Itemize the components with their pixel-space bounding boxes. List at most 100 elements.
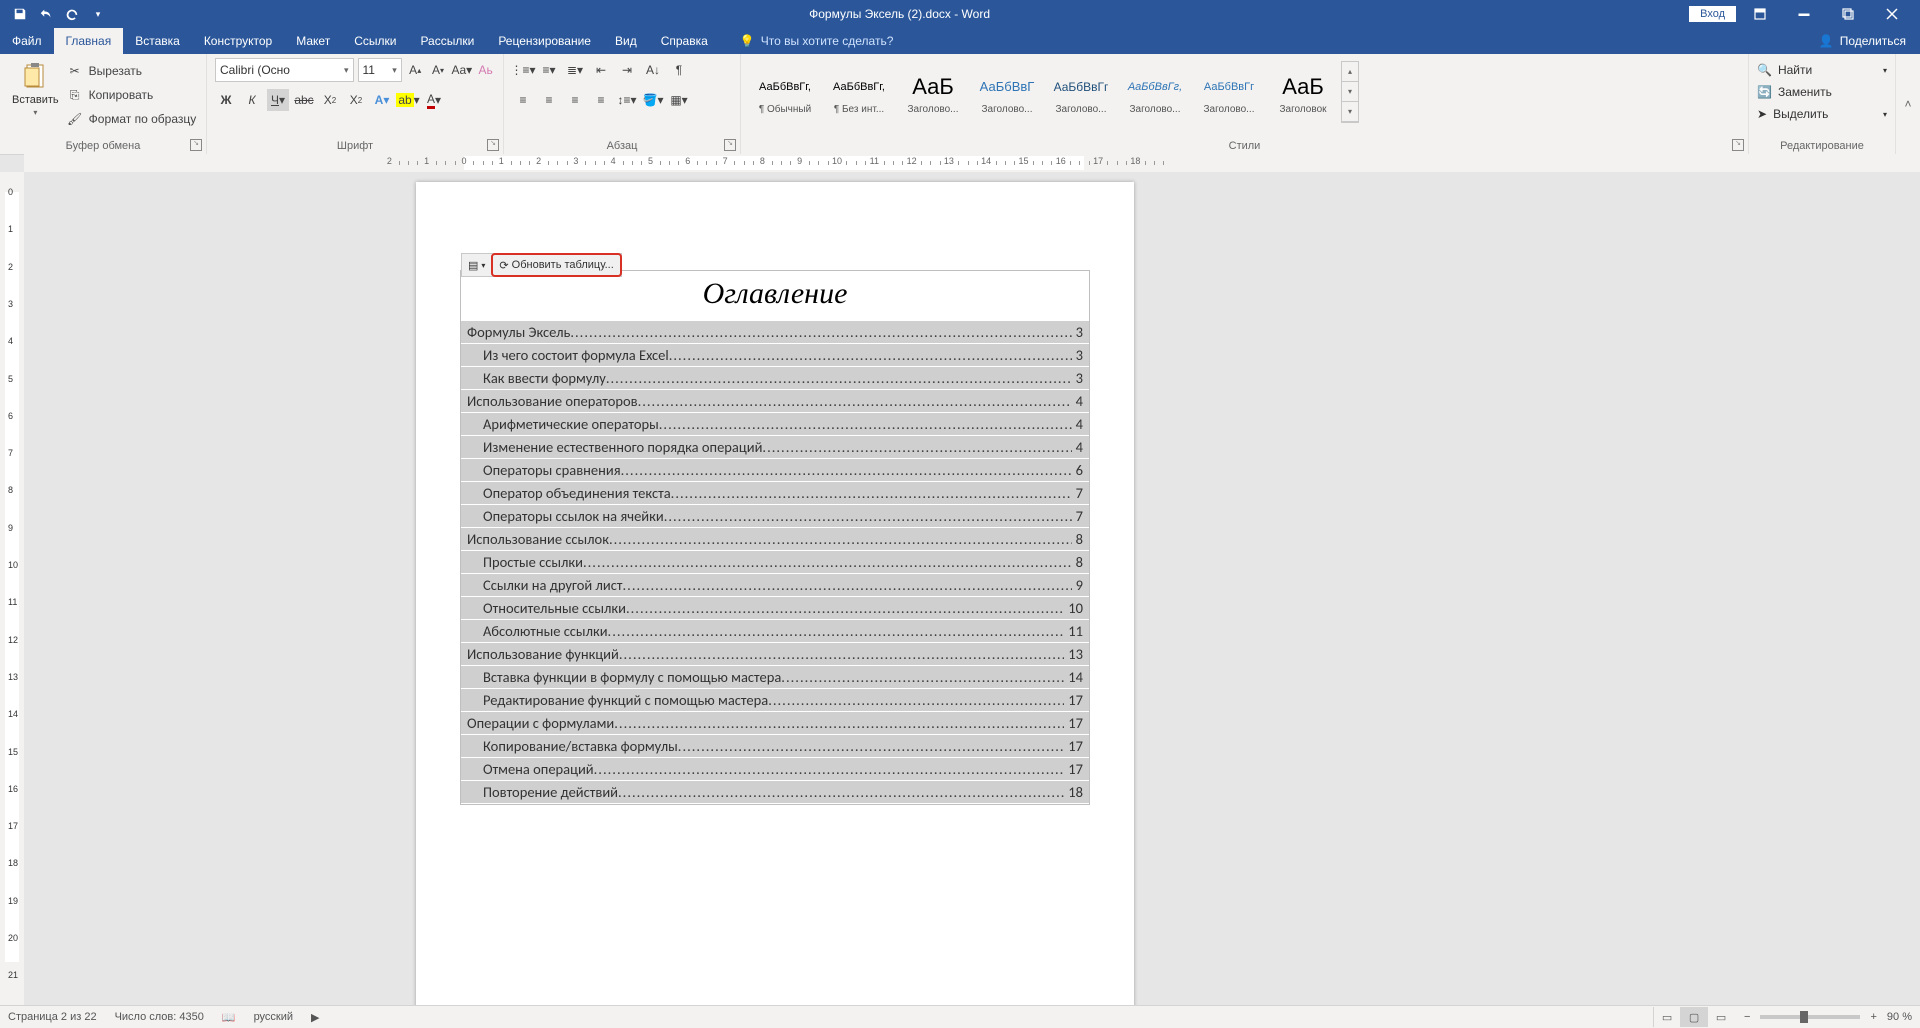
styles-dialog-launcher[interactable]: ↘ <box>1732 139 1744 151</box>
style-item[interactable]: АаБбВвГг,Заголово... <box>1119 59 1191 125</box>
toc-entry[interactable]: Как ввести формулу .....................… <box>461 367 1089 389</box>
share-button[interactable]: 👤 Поделиться <box>1805 34 1920 48</box>
undo-icon[interactable] <box>34 2 58 26</box>
show-marks-icon[interactable]: ¶ <box>668 59 690 81</box>
underline-icon[interactable]: Ч▾ <box>267 89 289 111</box>
minimize-icon[interactable] <box>1784 0 1824 28</box>
zoom-value[interactable]: 90 % <box>1887 1011 1912 1023</box>
style-item[interactable]: АаБбВвГЗаголово... <box>971 59 1043 125</box>
style-item[interactable]: АаБбВвГгЗаголово... <box>1193 59 1265 125</box>
find-button[interactable]: 🔍Найти▾ <box>1757 60 1887 80</box>
toc-entry[interactable]: Использование операторов ...............… <box>461 390 1089 412</box>
grow-font-icon[interactable]: A▴ <box>406 59 425 81</box>
style-item[interactable]: АаБЗаголово... <box>897 59 969 125</box>
tab-справка[interactable]: Справка <box>649 28 720 54</box>
font-color-icon[interactable]: A▾ <box>423 89 445 111</box>
borders-icon[interactable]: ▦▾ <box>668 89 690 111</box>
toc-entry[interactable]: Арифметические операторы................… <box>461 413 1089 435</box>
numbering-icon[interactable]: ≡▾ <box>538 59 560 81</box>
toc-entry[interactable]: Использование ссылок ...................… <box>461 528 1089 550</box>
toc-entry[interactable]: Из чего состоит формула Excel...........… <box>461 344 1089 366</box>
ribbon-display-icon[interactable] <box>1740 0 1780 28</box>
login-button[interactable]: Вход <box>1689 6 1736 22</box>
tab-рассылки[interactable]: Рассылки <box>408 28 486 54</box>
document-area[interactable]: ▤▾ ⟳Обновить таблицу... Оглавление Форму… <box>24 172 1920 1006</box>
vertical-ruler[interactable]: 0123456789101112131415161718192021 <box>0 172 25 1006</box>
font-dialog-launcher[interactable]: ↘ <box>487 139 499 151</box>
bold-icon[interactable]: Ж <box>215 89 237 111</box>
toc-entry[interactable]: Операторы сравнения ....................… <box>461 459 1089 481</box>
qat-customize-icon[interactable]: ▾ <box>86 2 110 26</box>
align-center-icon[interactable]: ≡ <box>538 89 560 111</box>
strikethrough-icon[interactable]: abc <box>293 89 315 111</box>
toc-entry[interactable]: Операции с формулами....................… <box>461 712 1089 734</box>
zoom-in-icon[interactable]: + <box>1870 1011 1876 1023</box>
horizontal-ruler[interactable]: 210123456789101112131415161718 <box>24 154 1920 173</box>
toc-entry[interactable]: Повторение действий ....................… <box>461 781 1089 803</box>
style-item[interactable]: АаБбВвГгЗаголово... <box>1045 59 1117 125</box>
tab-главная[interactable]: Главная <box>54 28 124 54</box>
status-page[interactable]: Страница 2 из 22 <box>8 1011 97 1023</box>
sort-icon[interactable]: A↓ <box>642 59 664 81</box>
paragraph-dialog-launcher[interactable]: ↘ <box>724 139 736 151</box>
line-spacing-icon[interactable]: ↕≡▾ <box>616 89 638 111</box>
toc-entry[interactable]: Ссылки на другой лист...................… <box>461 574 1089 596</box>
increase-indent-icon[interactable]: ⇥ <box>616 59 638 81</box>
cut-button[interactable]: ✂Вырезать <box>67 60 197 82</box>
toc-entry[interactable]: Формулы Эксель .........................… <box>461 321 1089 343</box>
copy-button[interactable]: ⎘Копировать <box>67 84 197 106</box>
highlight-icon[interactable]: ab▾ <box>397 89 419 111</box>
toc-update-button[interactable]: ⟳Обновить таблицу... <box>491 253 621 277</box>
clear-formatting-icon[interactable]: Aь <box>476 59 495 81</box>
toc-entry[interactable]: Редактирование функций с помощью мастера… <box>461 689 1089 711</box>
close-icon[interactable] <box>1872 0 1912 28</box>
superscript-icon[interactable]: X2 <box>345 89 367 111</box>
collapse-ribbon-icon[interactable]: ˄ <box>1896 54 1920 154</box>
redo-icon[interactable] <box>60 2 84 26</box>
justify-icon[interactable]: ≡ <box>590 89 612 111</box>
macro-icon[interactable]: ▶ <box>311 1011 319 1024</box>
read-mode-icon[interactable]: ▭ <box>1653 1007 1680 1027</box>
toc-entry[interactable]: Копирование/вставка формулы ............… <box>461 735 1089 757</box>
replace-button[interactable]: 🔄Заменить <box>1757 82 1887 102</box>
toc-entry[interactable]: Относительные ссылки....................… <box>461 597 1089 619</box>
shading-icon[interactable]: 🪣▾ <box>642 89 664 111</box>
toc-entry[interactable]: Вставка функции в формулу с помощью маст… <box>461 666 1089 688</box>
tab-конструктор[interactable]: Конструктор <box>192 28 284 54</box>
style-item[interactable]: АаБЗаголовок <box>1267 59 1339 125</box>
tab-вставка[interactable]: Вставка <box>123 28 192 54</box>
styles-scroll[interactable]: ▴▾▾ <box>1341 61 1359 123</box>
toc-entry[interactable]: Оператор объединения текста.............… <box>461 482 1089 504</box>
font-name-combo[interactable]: Calibri (Осно▾ <box>215 58 354 82</box>
bullets-icon[interactable]: ⋮≡▾ <box>512 59 534 81</box>
clipboard-dialog-launcher[interactable]: ↘ <box>190 139 202 151</box>
style-item[interactable]: АаБбВвГг,¶ Без инт... <box>823 59 895 125</box>
status-language[interactable]: русский <box>254 1011 293 1023</box>
print-layout-icon[interactable]: ▢ <box>1680 1007 1707 1027</box>
toc-entry[interactable]: Отмена операций.........................… <box>461 758 1089 780</box>
align-right-icon[interactable]: ≡ <box>564 89 586 111</box>
zoom-out-icon[interactable]: − <box>1744 1011 1750 1023</box>
shrink-font-icon[interactable]: A▾ <box>429 59 448 81</box>
tab-файл[interactable]: Файл <box>0 28 54 54</box>
toc-entry[interactable]: Использование функций ..................… <box>461 643 1089 665</box>
select-button[interactable]: ➤Выделить▾ <box>1757 104 1887 124</box>
toc-entry[interactable]: Изменение естественного порядка операций… <box>461 436 1089 458</box>
subscript-icon[interactable]: X2 <box>319 89 341 111</box>
toc-entry[interactable]: Простые ссылки..........................… <box>461 551 1089 573</box>
toc-menu-button[interactable]: ▤▾ <box>462 255 492 275</box>
toc-entry[interactable]: Абсолютные ссылки.......................… <box>461 620 1089 642</box>
decrease-indent-icon[interactable]: ⇤ <box>590 59 612 81</box>
multilevel-list-icon[interactable]: ≣▾ <box>564 59 586 81</box>
text-effects-icon[interactable]: A▾ <box>371 89 393 111</box>
tab-макет[interactable]: Макет <box>284 28 342 54</box>
save-icon[interactable] <box>8 2 32 26</box>
status-words[interactable]: Число слов: 4350 <box>115 1011 204 1023</box>
zoom-slider[interactable] <box>1760 1015 1860 1019</box>
tab-ссылки[interactable]: Ссылки <box>342 28 408 54</box>
change-case-icon[interactable]: Aa▾ <box>451 59 472 81</box>
tab-рецензирование[interactable]: Рецензирование <box>486 28 603 54</box>
italic-icon[interactable]: К <box>241 89 263 111</box>
spellcheck-icon[interactable]: 📖 <box>222 1011 236 1024</box>
paste-button[interactable]: Вставить ▾ <box>8 58 63 132</box>
